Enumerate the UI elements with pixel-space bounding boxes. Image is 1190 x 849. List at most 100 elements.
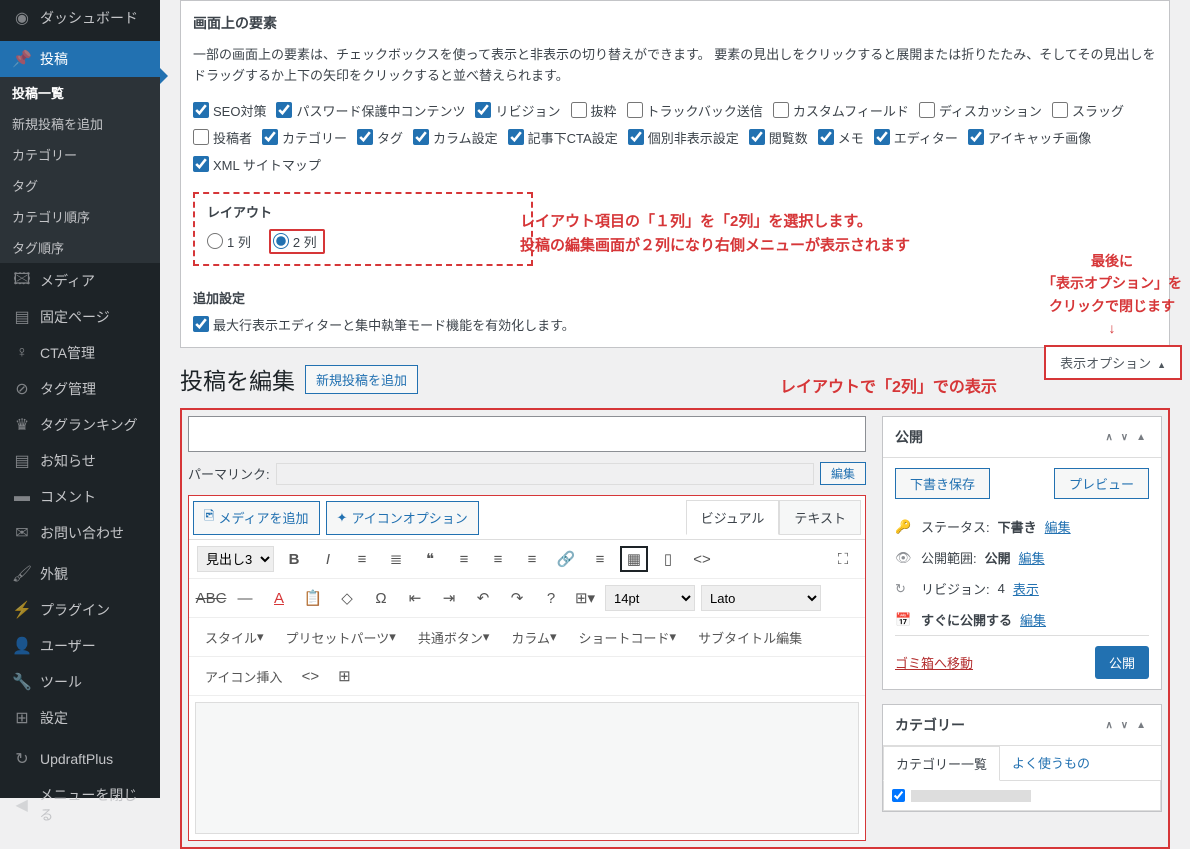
sidebar-item-tag-rank[interactable]: ♛タグランキング bbox=[0, 407, 160, 443]
visibility-edit-link[interactable]: 編集 bbox=[1019, 548, 1045, 567]
special-char-icon[interactable]: Ω bbox=[367, 585, 395, 611]
column-dropdown[interactable]: カラム ▾ bbox=[503, 624, 564, 650]
screen-element-checkbox[interactable]: 投稿者 bbox=[193, 128, 252, 147]
cat-tab-all[interactable]: カテゴリー一覧 bbox=[883, 746, 1000, 781]
bullet-list-icon[interactable]: ≡ bbox=[348, 546, 376, 572]
screen-element-checkbox[interactable]: タグ bbox=[357, 128, 403, 147]
icon-insert-button[interactable]: アイコン挿入 bbox=[197, 663, 290, 689]
screen-element-checkbox[interactable]: アイキャッチ画像 bbox=[968, 128, 1091, 147]
help-icon[interactable]: ? bbox=[537, 585, 565, 611]
new-post-link[interactable]: 新規投稿を追加 bbox=[305, 365, 418, 394]
subtitle-button[interactable]: サブタイトル編集 bbox=[690, 624, 810, 650]
tag-icon[interactable]: <> bbox=[296, 663, 324, 689]
button-dropdown[interactable]: 共通ボタン ▾ bbox=[410, 624, 498, 650]
sidebar-item-updraft[interactable]: ↻UpdraftPlus bbox=[0, 741, 160, 777]
move-down-icon[interactable]: ∨ bbox=[1118, 432, 1131, 443]
column-icon[interactable]: ▯ bbox=[654, 546, 682, 572]
sidebar-item-users[interactable]: 👤ユーザー bbox=[0, 628, 160, 664]
screen-element-checkbox[interactable]: カテゴリー bbox=[262, 128, 347, 147]
toggle-icon[interactable]: ▲ bbox=[1133, 432, 1149, 443]
sidebar-item-appearance[interactable]: 🖌外観 bbox=[0, 556, 160, 592]
sidebar-item-notice[interactable]: ▤お知らせ bbox=[0, 443, 160, 479]
format-select[interactable]: 見出し3 bbox=[197, 546, 274, 572]
sidebar-item-media[interactable]: 🖾メディア bbox=[0, 263, 160, 299]
bold-icon[interactable]: B bbox=[280, 546, 308, 572]
fullscreen-icon[interactable]: ⛶ bbox=[829, 546, 857, 572]
move-up-icon[interactable]: ∧ bbox=[1102, 432, 1115, 443]
redo-icon[interactable]: ↷ bbox=[503, 585, 531, 611]
number-list-icon[interactable]: ≣ bbox=[382, 546, 410, 572]
screen-element-checkbox[interactable]: トラックバック送信 bbox=[627, 101, 763, 120]
tab-text[interactable]: テキスト bbox=[779, 500, 861, 535]
strikethrough-icon[interactable]: ABC bbox=[197, 585, 225, 611]
sidebar-sub-tag-order[interactable]: タグ順序 bbox=[0, 232, 160, 263]
permalink-edit-button[interactable]: 編集 bbox=[820, 462, 866, 485]
screen-element-checkbox[interactable]: SEO対策 bbox=[193, 101, 266, 120]
editor-content-area[interactable] bbox=[195, 702, 859, 834]
screen-element-checkbox[interactable]: XML サイトマップ bbox=[193, 155, 321, 174]
screen-element-checkbox[interactable]: メモ bbox=[818, 128, 864, 147]
screen-element-checkbox[interactable]: 抜粋 bbox=[571, 101, 617, 120]
sidebar-sub-category[interactable]: カテゴリー bbox=[0, 139, 160, 170]
align-left-icon[interactable]: ≡ bbox=[450, 546, 478, 572]
trash-link[interactable]: ゴミ箱へ移動 bbox=[895, 653, 973, 672]
cat-tab-popular[interactable]: よく使うもの bbox=[1000, 746, 1102, 780]
undo-icon[interactable]: ↶ bbox=[469, 585, 497, 611]
sidebar-item-contact[interactable]: ✉お問い合わせ bbox=[0, 515, 160, 551]
sidebar-sub-posts-list[interactable]: 投稿一覧 bbox=[0, 77, 160, 108]
screen-element-checkbox[interactable]: 個別非表示設定 bbox=[628, 128, 739, 147]
sidebar-item-tools[interactable]: 🔧ツール bbox=[0, 664, 160, 700]
screen-element-checkbox[interactable]: 記事下CTA設定 bbox=[508, 128, 618, 147]
add-media-button[interactable]: 🖻メディアを追加 bbox=[193, 501, 320, 535]
link-icon[interactable]: 🔗 bbox=[552, 546, 580, 572]
sidebar-item-posts[interactable]: 📌投稿 bbox=[0, 41, 160, 77]
textcolor-icon[interactable]: A bbox=[265, 585, 293, 611]
sidebar-item-settings[interactable]: ⊞設定 bbox=[0, 700, 160, 736]
status-edit-link[interactable]: 編集 bbox=[1045, 517, 1071, 536]
screen-element-checkbox[interactable]: ディスカッション bbox=[919, 101, 1042, 120]
table-icon[interactable]: ⊞▾ bbox=[571, 585, 599, 611]
preview-button[interactable]: プレビュー bbox=[1054, 468, 1149, 499]
schedule-edit-link[interactable]: 編集 bbox=[1020, 610, 1046, 629]
preset-dropdown[interactable]: プリセットパーツ ▾ bbox=[278, 624, 404, 650]
style-dropdown[interactable]: スタイル ▾ bbox=[197, 624, 272, 650]
quote-icon[interactable]: ❝ bbox=[416, 546, 444, 572]
fontsize-select[interactable]: 14pt bbox=[605, 585, 695, 611]
sidebar-item-collapse[interactable]: ◀メニューを閉じる bbox=[0, 777, 160, 833]
code-icon[interactable]: <> bbox=[688, 546, 716, 572]
tab-visual[interactable]: ビジュアル bbox=[686, 500, 780, 535]
outdent-icon[interactable]: ⇤ bbox=[401, 585, 429, 611]
fontfamily-select[interactable]: Lato bbox=[701, 585, 821, 611]
layout-radio-2col[interactable]: 2 列 bbox=[269, 229, 325, 254]
revision-link[interactable]: 表示 bbox=[1013, 579, 1039, 598]
sidebar-item-plugins[interactable]: ⚡プラグイン bbox=[0, 592, 160, 628]
sidebar-item-dashboard[interactable]: ◉ダッシュボード bbox=[0, 0, 160, 36]
icon-option-button[interactable]: ✦アイコンオプション bbox=[326, 501, 479, 535]
category-item[interactable] bbox=[892, 789, 1152, 802]
screen-element-checkbox[interactable]: エディター bbox=[874, 128, 958, 147]
italic-icon[interactable]: I bbox=[314, 546, 342, 572]
screen-element-checkbox[interactable]: カラム設定 bbox=[413, 128, 498, 147]
toggle-icon[interactable]: ▲ bbox=[1133, 720, 1149, 731]
save-draft-button[interactable]: 下書き保存 bbox=[895, 468, 990, 499]
sidebar-sub-new-post[interactable]: 新規投稿を追加 bbox=[0, 108, 160, 139]
sidebar-item-comments[interactable]: ▬コメント bbox=[0, 479, 160, 515]
publish-button[interactable]: 公開 bbox=[1095, 646, 1149, 679]
screen-options-toggle[interactable]: 表示オプション bbox=[1044, 345, 1182, 380]
sidebar-sub-tag[interactable]: タグ bbox=[0, 170, 160, 201]
toolbar-toggle-icon[interactable]: ▦ bbox=[620, 546, 648, 572]
paste-icon[interactable]: 📋 bbox=[299, 585, 327, 611]
shortcode-dropdown[interactable]: ショートコード ▾ bbox=[571, 624, 685, 650]
screen-element-checkbox[interactable]: リビジョン bbox=[475, 101, 560, 120]
screen-element-checkbox[interactable]: スラッグ bbox=[1052, 101, 1124, 120]
post-title-input[interactable] bbox=[188, 416, 866, 452]
hr-icon[interactable]: — bbox=[231, 585, 259, 611]
sidebar-item-tag-mgmt[interactable]: ⊘タグ管理 bbox=[0, 371, 160, 407]
move-up-icon[interactable]: ∧ bbox=[1102, 720, 1115, 731]
sidebar-item-cta[interactable]: ♀CTA管理 bbox=[0, 335, 160, 371]
screen-element-checkbox[interactable]: 閲覧数 bbox=[749, 128, 808, 147]
clear-icon[interactable]: ◇ bbox=[333, 585, 361, 611]
grid-icon[interactable]: ⊞ bbox=[330, 663, 358, 689]
layout-radio-1col[interactable]: 1 列 bbox=[207, 232, 251, 251]
sidebar-sub-cat-order[interactable]: カテゴリ順序 bbox=[0, 201, 160, 232]
